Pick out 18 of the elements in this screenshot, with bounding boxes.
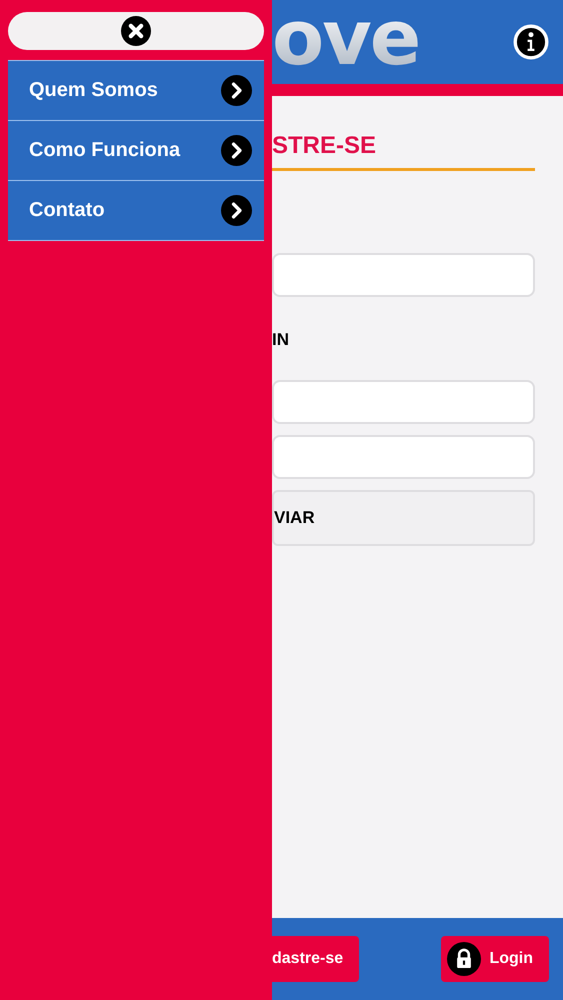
chevron-right-icon <box>221 75 252 106</box>
menu-item[interactable]: Como Funciona <box>8 120 264 181</box>
login-button[interactable]: Login <box>441 936 549 982</box>
input-field[interactable] <box>272 380 535 424</box>
signup-button[interactable]: dastre-se <box>272 936 360 982</box>
chevron-right-icon <box>221 195 252 226</box>
close-icon <box>121 16 151 46</box>
lock-icon <box>447 942 482 976</box>
menu-item[interactable]: Quem Somos <box>8 60 264 121</box>
section-label: IN <box>272 330 289 350</box>
page-title: STRE-SE <box>272 132 376 160</box>
input-field[interactable] <box>272 253 535 297</box>
info-icon <box>513 24 549 60</box>
close-button[interactable] <box>8 12 264 50</box>
chevron-right-icon <box>221 135 252 166</box>
input-field[interactable] <box>272 435 535 479</box>
submit-button[interactable]: VIAR <box>272 490 535 546</box>
menu-item[interactable]: Contato <box>8 180 264 241</box>
